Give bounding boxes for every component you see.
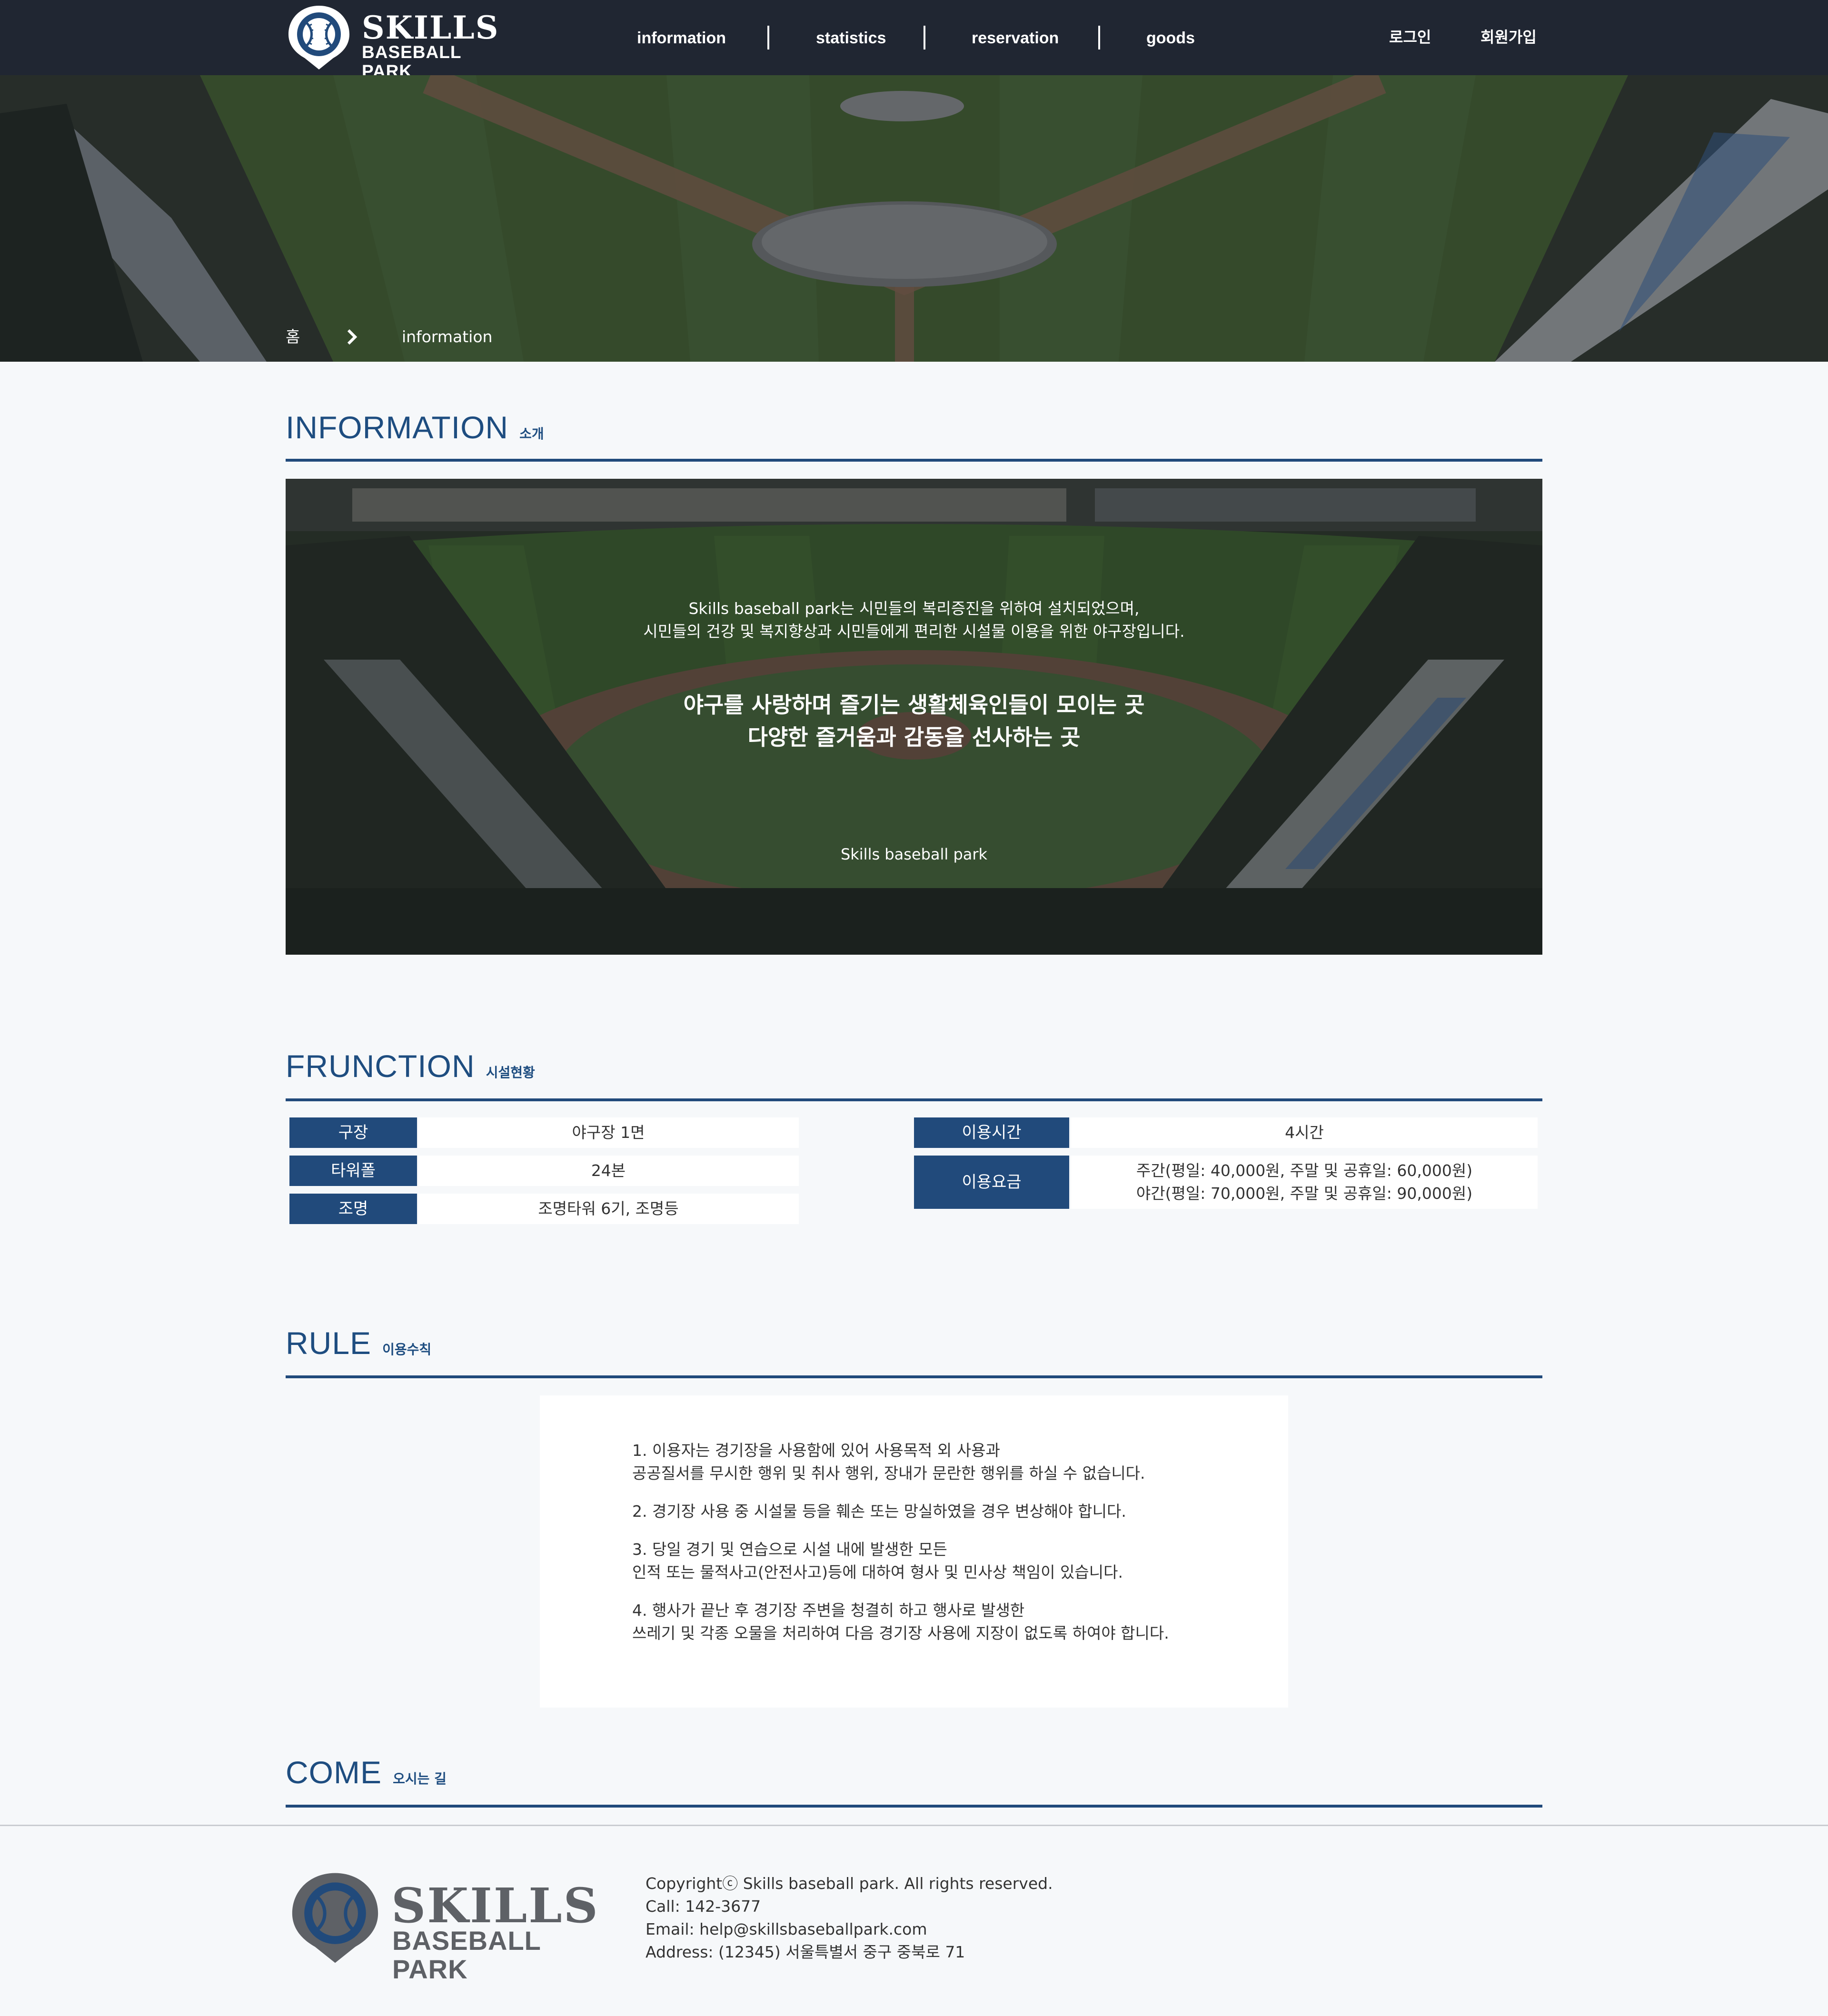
section-subtitle: 이용수칙 <box>382 1342 432 1357</box>
information-slogan-line-1: 야구를 사랑하며 즐기는 생활체육인들이 모이는 곳 <box>683 692 1145 718</box>
facility-value-lighting: 조명타워 6기, 조명등 <box>418 1194 799 1224</box>
chevron-right-icon <box>347 329 358 345</box>
rule-line: 1. 이용자는 경기장을 사용함에 있어 사용목적 외 사용과 <box>632 1441 1000 1460</box>
nav-reservation[interactable]: reservation <box>972 25 1059 51</box>
nav-goods[interactable]: goods <box>1146 25 1195 51</box>
section-subtitle: 오시는 길 <box>393 1771 447 1787</box>
footer-logo: SKILLS BASEBALL PARK <box>288 1870 598 1984</box>
nav-divider <box>1098 26 1100 49</box>
section-title: RULE <box>286 1325 372 1361</box>
stadium-hero-image <box>0 75 1828 362</box>
section-subtitle: 시설현황 <box>486 1065 535 1080</box>
footer-copyright: Copyrightⓒ Skills baseball park. All rig… <box>646 1874 1053 1893</box>
footer-brand-subtitle: BASEBALL PARK <box>392 1926 541 1984</box>
rule-line: 쓰레기 및 각종 오물을 처리하여 다음 경기장 사용에 지장이 없도록 하여야… <box>632 1624 1169 1642</box>
facility-label-usage-time: 이용시간 <box>914 1117 1069 1148</box>
rule-item-1: 1. 이용자는 경기장을 사용함에 있어 사용목적 외 사용과 공공질서를 무시… <box>632 1439 1251 1485</box>
facility-label-tower-pole: 타워폴 <box>289 1156 417 1186</box>
section-title: INFORMATION <box>286 410 509 445</box>
usage-fee-nighttime: 야간(평일: 70,000원, 주말 및 공휴일: 90,000원) <box>1136 1184 1473 1203</box>
rule-item-2: 2. 경기장 사용 중 시설물 등을 훼손 또는 망실하였을 경우 변상해야 합… <box>632 1500 1251 1523</box>
section-header-directions: COME 오시는 길 <box>286 1754 1542 1790</box>
section-title: COME <box>286 1755 382 1790</box>
section-divider <box>286 459 1542 462</box>
footer-email: Email: help@skillsbaseballpark.com <box>646 1920 927 1938</box>
login-link[interactable]: 로그인 <box>1389 24 1431 50</box>
baseball-logo-icon <box>292 1873 378 1963</box>
information-lead-line-1: Skills baseball park는 시민들의 복리증진을 위하여 설치되… <box>688 599 1140 618</box>
information-lead-line-2: 시민들의 건강 및 복지향상과 시민들에게 편리한 시설물 이용을 위한 야구장… <box>643 622 1185 641</box>
rule-item-3: 3. 당일 경기 및 연습으로 시설 내에 발생한 모든 인적 또는 물적사고(… <box>632 1538 1251 1584</box>
rule-line: 2. 경기장 사용 중 시설물 등을 훼손 또는 망실하였을 경우 변상해야 합… <box>632 1502 1126 1521</box>
nav-statistics[interactable]: statistics <box>816 25 886 51</box>
section-subtitle: 소개 <box>519 426 544 442</box>
section-divider <box>286 1098 1542 1101</box>
brand-name: SKILLS <box>362 9 499 46</box>
section-divider <box>286 1805 1542 1808</box>
section-header-facility: FRUNCTION 시설현황 <box>286 1048 1542 1084</box>
information-banner: Skills baseball park는 시민들의 복리증진을 위하여 설치되… <box>286 479 1542 955</box>
facility-label-usage-fee: 이용요금 <box>914 1156 1069 1209</box>
rule-item-4: 4. 행사가 끝난 후 경기장 주변을 청결히 하고 행사로 발생한 쓰레기 및… <box>632 1599 1251 1645</box>
brand-logo[interactable]: SKILLS BASEBALL PARK <box>286 4 498 81</box>
hero-banner: 홈 information <box>0 75 1828 362</box>
breadcrumb-current: information <box>402 327 493 346</box>
section-title: FRUNCTION <box>286 1048 475 1084</box>
facility-value-tower-pole: 24본 <box>418 1156 799 1186</box>
section-header-rules: RULE 이용수칙 <box>286 1325 1542 1361</box>
nav-divider <box>924 26 925 49</box>
facility-value-field: 야구장 1면 <box>418 1117 799 1148</box>
footer-address: Address: (12345) 서울특별서 중구 중북로 71 <box>646 1943 965 1961</box>
rule-line: 공공질서를 무시한 행위 및 취사 행위, 장내가 문란한 행위를 하실 수 없… <box>632 1464 1145 1482</box>
facility-label-field: 구장 <box>289 1117 417 1148</box>
rule-line: 3. 당일 경기 및 연습으로 시설 내에 발생한 모든 <box>632 1540 947 1559</box>
baseball-logo-icon <box>288 6 349 69</box>
rule-line: 4. 행사가 끝난 후 경기장 주변을 청결히 하고 행사로 발생한 <box>632 1601 1025 1620</box>
facility-value-usage-time: 4시간 <box>1071 1117 1538 1148</box>
section-header-information: INFORMATION 소개 <box>286 409 1542 445</box>
nav-divider <box>767 26 769 49</box>
section-divider <box>286 1375 1542 1378</box>
footer-divider <box>0 1825 1828 1826</box>
signup-link[interactable]: 회원가입 <box>1480 24 1537 50</box>
footer-call: Call: 142-3677 <box>646 1897 761 1916</box>
information-caption: Skills baseball park <box>840 845 988 863</box>
facility-value-usage-fee: 주간(평일: 40,000원, 주말 및 공휴일: 60,000원) 야간(평일… <box>1071 1156 1538 1209</box>
rule-line: 인적 또는 물적사고(안전사고)등에 대하여 형사 및 민사상 책임이 있습니다… <box>632 1563 1123 1581</box>
breadcrumb-home[interactable]: 홈 <box>286 326 300 347</box>
footer-brand-name: SKILLS <box>391 1878 599 1934</box>
facility-label-lighting: 조명 <box>289 1194 417 1224</box>
nav-information[interactable]: information <box>637 25 726 51</box>
information-slogan-line-2: 다양한 즐거움과 감동을 선사하는 곳 <box>747 724 1081 750</box>
top-navigation-bar: SKILLS BASEBALL PARK information statist… <box>0 0 1828 81</box>
usage-fee-daytime: 주간(평일: 40,000원, 주말 및 공휴일: 60,000원) <box>1136 1161 1473 1180</box>
rules-panel: 1. 이용자는 경기장을 사용함에 있어 사용목적 외 사용과 공공질서를 무시… <box>540 1395 1288 1708</box>
